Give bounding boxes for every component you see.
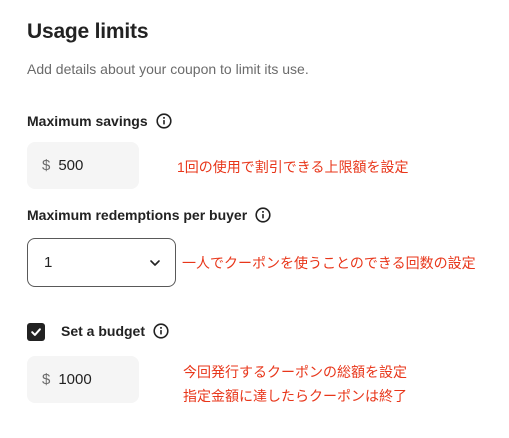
max-redemptions-selected: 1 [44,254,53,271]
budget-checkbox[interactable] [27,323,45,341]
max-redemptions-select[interactable]: 1 [27,238,176,287]
info-icon[interactable] [153,323,169,339]
max-savings-label: Maximum savings [27,113,148,129]
budget-value: 1000 [58,371,92,388]
currency-symbol: $ [42,157,51,174]
section-subtitle: Add details about your coupon to limit i… [27,61,309,77]
checkmark-icon [30,326,42,338]
max-redemptions-label-row: Maximum redemptions per buyer [27,207,271,223]
budget-label-row: Set a budget [61,323,169,339]
max-savings-value: 500 [58,157,84,174]
currency-symbol: $ [42,371,51,388]
max-savings-input[interactable]: $ 500 [27,142,139,189]
section-title: Usage limits [27,20,149,43]
max-redemptions-annotation: 一人でクーポンを使うことのできる回数の設定 [182,255,476,271]
max-savings-label-row: Maximum savings [27,113,172,129]
info-icon[interactable] [156,113,172,129]
max-redemptions-label: Maximum redemptions per buyer [27,207,248,223]
budget-annotation-line1: 今回発行するクーポンの総額を設定 [183,364,407,380]
budget-label[interactable]: Set a budget [61,323,145,339]
info-icon[interactable] [255,207,271,223]
budget-annotation-line2: 指定金額に達したらクーポンは終了 [183,388,407,404]
budget-input[interactable]: $ 1000 [27,356,139,403]
max-savings-annotation: 1回の使用で割引できる上限額を設定 [177,159,409,175]
chevron-down-icon [149,257,161,269]
